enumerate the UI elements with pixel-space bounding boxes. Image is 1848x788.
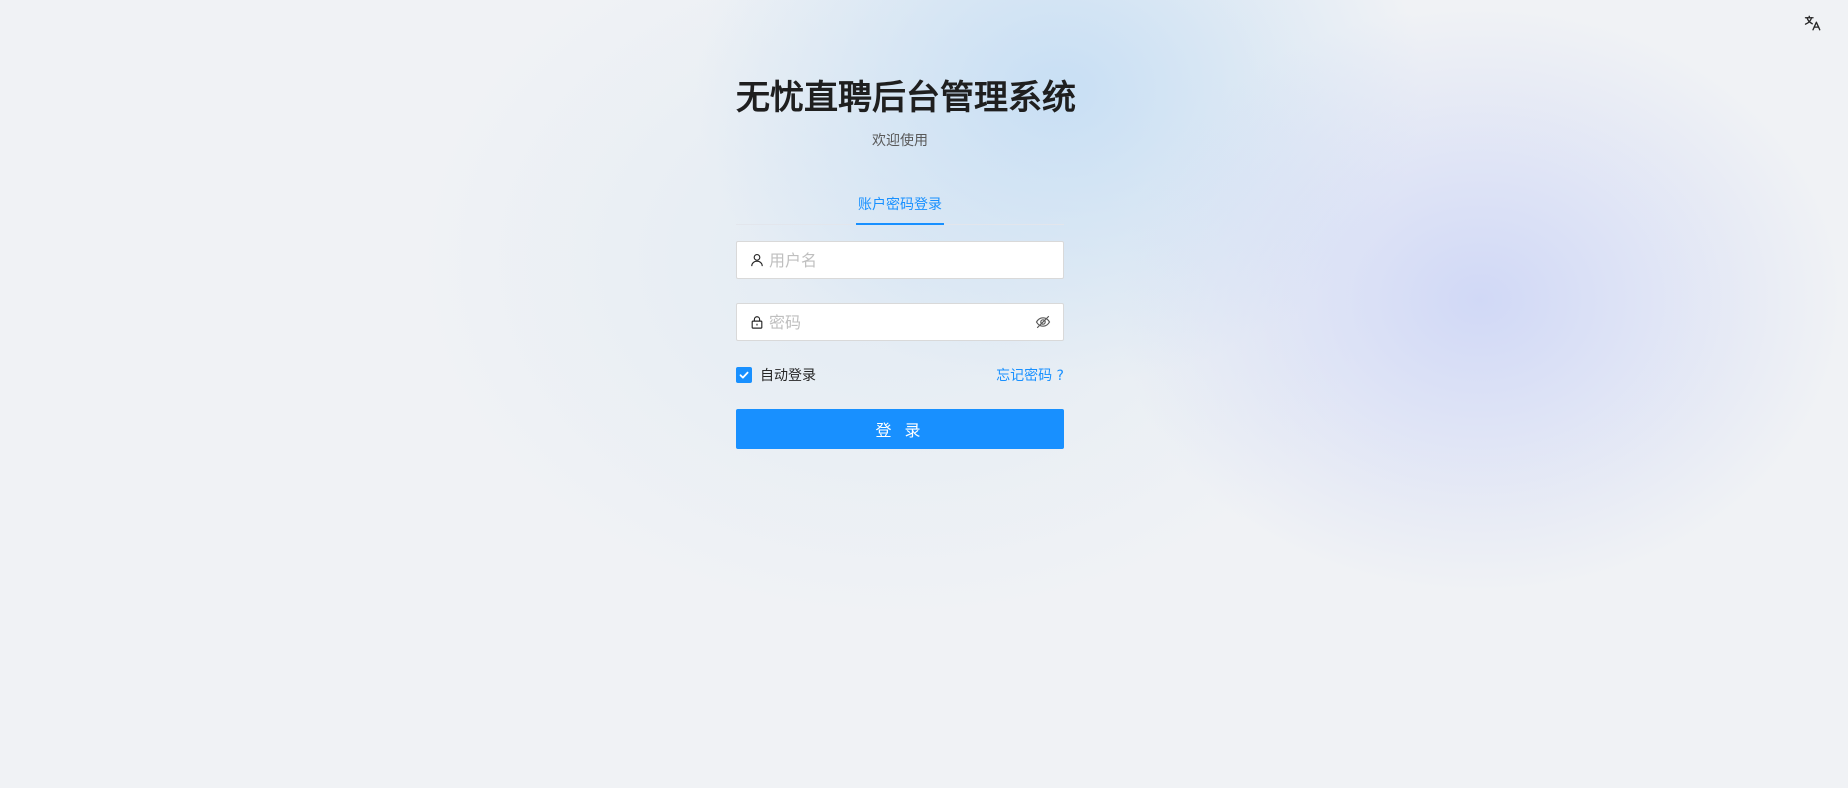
page-title: 无忧直聘后台管理系统	[736, 78, 1076, 118]
lock-icon	[749, 314, 765, 330]
auto-login-checkbox[interactable]: 自动登录	[736, 365, 816, 385]
password-input[interactable]	[769, 304, 1035, 340]
login-options: 自动登录 忘记密码 ?	[736, 365, 1064, 385]
tab-active-indicator	[856, 223, 944, 225]
user-icon	[749, 252, 765, 268]
tab-label: 账户密码登录	[858, 197, 942, 213]
username-input[interactable]	[769, 242, 1063, 278]
auto-login-label: 自动登录	[760, 368, 816, 384]
page-subtitle: 欢迎使用	[872, 133, 928, 149]
eye-invisible-icon[interactable]	[1035, 314, 1051, 330]
login-container: 无忧直聘后台管理系统 欢迎使用 账户密码登录 用户名 自动登录 忘记密码 ? 登…	[736, 0, 1076, 449]
checkbox-checked-icon[interactable]	[736, 367, 752, 383]
password-field[interactable]	[736, 303, 1064, 341]
login-button[interactable]: 登 录	[736, 409, 1064, 449]
translate-icon[interactable]	[1802, 12, 1824, 34]
forgot-password-link[interactable]: 忘记密码 ?	[996, 365, 1064, 385]
login-tabs: 账户密码登录	[736, 192, 1064, 225]
username-field[interactable]	[736, 241, 1064, 279]
tab-account-password[interactable]: 账户密码登录	[856, 192, 944, 225]
